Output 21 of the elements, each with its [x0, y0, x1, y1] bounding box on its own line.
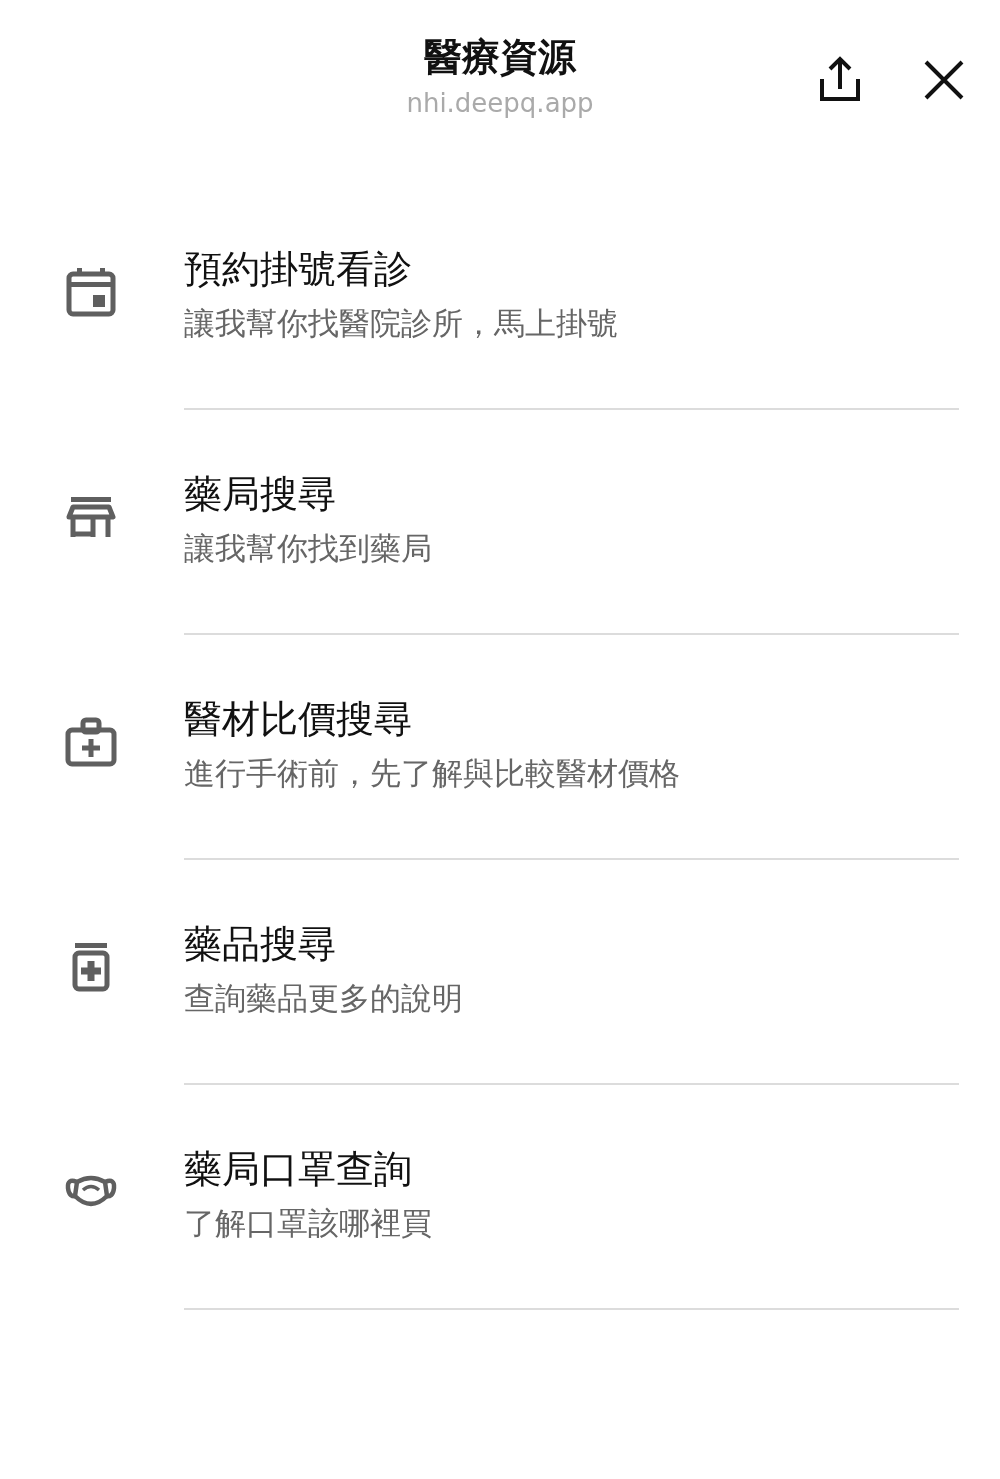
- item-subtitle: 讓我幫你找到藥局: [184, 528, 433, 568]
- item-subtitle: 查詢藥品更多的說明: [184, 978, 464, 1018]
- page-title: 醫療資源: [424, 34, 576, 81]
- item-title: 藥品搜尋: [184, 920, 337, 968]
- calendar-icon: [65, 265, 117, 318]
- menu-item[interactable]: 藥局搜尋 讓我幫你找到藥局: [0, 410, 1000, 635]
- item-title: 預約掛號看診: [184, 245, 413, 293]
- menu-item[interactable]: 藥品搜尋 查詢藥品更多的說明: [0, 860, 1000, 1085]
- item-title: 醫材比價搜尋: [184, 695, 413, 743]
- menu-item[interactable]: 預約掛號看診 讓我幫你找醫院診所，馬上掛號: [0, 185, 1000, 410]
- item-title: 藥局搜尋: [184, 470, 337, 518]
- item-subtitle: 了解口罩該哪裡買: [184, 1203, 433, 1243]
- item-title: 藥局口罩查詢: [184, 1145, 413, 1193]
- item-subtitle: 讓我幫你找醫院診所，馬上掛號: [184, 303, 619, 343]
- medical-kit-icon: [65, 715, 117, 768]
- menu-item[interactable]: 藥局口罩查詢 了解口罩該哪裡買: [0, 1085, 1000, 1310]
- item-subtitle: 進行手術前，先了解與比較醫材價格: [184, 753, 681, 793]
- menu-item[interactable]: 醫材比價搜尋 進行手術前，先了解與比較醫材價格: [0, 635, 1000, 860]
- site-url: nhi.deepq.app: [406, 87, 594, 120]
- share-icon: [818, 55, 862, 103]
- close-icon: [924, 60, 964, 100]
